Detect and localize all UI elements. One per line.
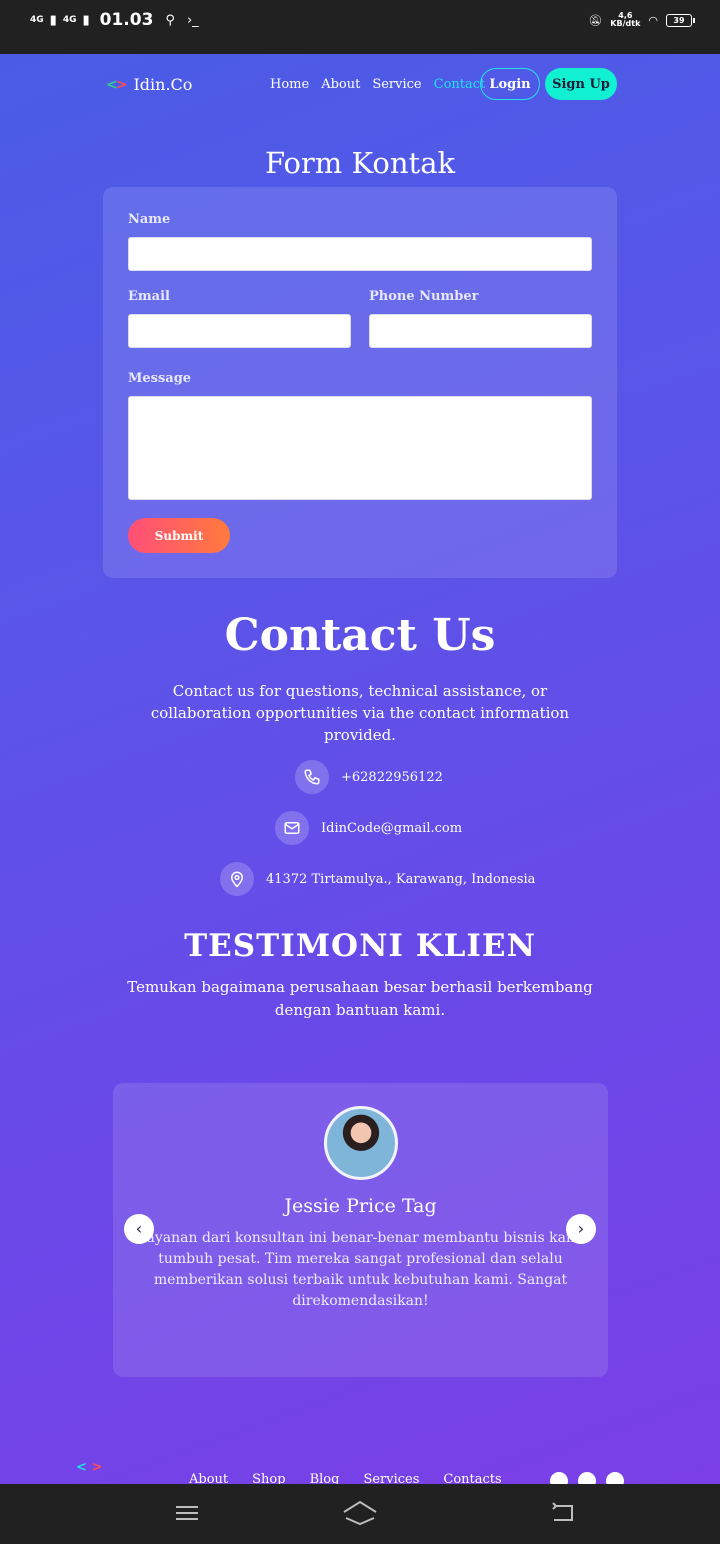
signal-icon: ▮: [49, 12, 57, 28]
phone-icon: [295, 760, 329, 794]
back-icon[interactable]: [550, 1498, 576, 1532]
home-icon[interactable]: [342, 1498, 378, 1532]
battery-level: 39: [673, 15, 685, 25]
footer: < > About Shop Blog Services Contacts: [0, 1454, 720, 1484]
logo[interactable]: < > Idin.Co: [106, 75, 192, 94]
footer-link-about[interactable]: About: [189, 1472, 228, 1484]
footer-link-shop[interactable]: Shop: [252, 1472, 285, 1484]
login-button[interactable]: Login: [480, 68, 540, 100]
contact-phone-row[interactable]: +62822956122: [295, 760, 443, 794]
navbar: < > Idin.Co Home About Service Contact Lo…: [0, 68, 720, 102]
network-indicator-1: 4G: [30, 14, 44, 25]
footer-link-contacts[interactable]: Contacts: [443, 1472, 501, 1484]
web-page[interactable]: < > Idin.Co Home About Service Contact Lo…: [0, 54, 720, 1484]
footer-social: [550, 1472, 624, 1484]
testimonial-card: Jessie Price Tag Layanan dari konsultan …: [113, 1083, 608, 1377]
facebook-icon[interactable]: [606, 1472, 624, 1484]
logo-text: Idin.Co: [133, 75, 193, 94]
pinterest-icon[interactable]: [550, 1472, 568, 1484]
wifi-icon: ◠: [648, 13, 658, 27]
mute-icon: 🔕︎: [588, 13, 603, 27]
footer-logo-icon[interactable]: < >: [76, 1460, 102, 1475]
nav-link-contact[interactable]: Contact: [434, 77, 486, 92]
usb-icon: ⚲: [165, 12, 175, 28]
contact-form: Name Email Phone Number Message Submit: [103, 187, 617, 578]
contact-email-row[interactable]: IdinCode@gmail.com: [275, 811, 462, 845]
instagram-icon[interactable]: [578, 1472, 596, 1484]
code-brackets-icon: < >: [106, 76, 127, 93]
contact-phone: +62822956122: [341, 769, 443, 785]
message-textarea[interactable]: [128, 396, 592, 500]
mail-icon: [275, 811, 309, 845]
battery-icon: 39: [666, 13, 695, 27]
contact-address-row[interactable]: 41372 Tirtamulya., Karawang, Indonesia: [220, 862, 535, 896]
nav-link-home[interactable]: Home: [270, 77, 309, 92]
testimonial-next-button[interactable]: ›: [566, 1214, 596, 1244]
signal-icon: ▮: [82, 12, 90, 28]
footer-link-services[interactable]: Services: [363, 1472, 419, 1484]
testimonials-description: Temukan bagaimana perusahaan besar berha…: [127, 978, 593, 1019]
signup-button[interactable]: Sign Up: [545, 68, 617, 100]
name-input[interactable]: [128, 237, 592, 271]
recent-apps-icon[interactable]: [174, 1498, 200, 1532]
name-label: Name: [128, 212, 171, 227]
testimonial-prev-button[interactable]: ‹: [124, 1214, 154, 1244]
testimonial-name: Jessie Price Tag: [284, 1195, 437, 1217]
contact-address: 41372 Tirtamulya., Karawang, Indonesia: [266, 871, 536, 887]
location-pin-icon: [220, 862, 254, 896]
contact-email: IdinCode@gmail.com: [321, 820, 463, 836]
phone-input[interactable]: [369, 314, 592, 348]
testimonial-quote: Layanan dari konsultan ini benar-benar m…: [137, 1230, 584, 1309]
email-label: Email: [128, 289, 170, 304]
contact-title: Contact Us: [224, 610, 496, 661]
avatar: [324, 1106, 398, 1180]
system-navigation-bar: [0, 1484, 720, 1544]
terminal-icon: ›_: [186, 12, 199, 28]
form-title: Form Kontak: [264, 146, 456, 180]
email-input[interactable]: [128, 314, 351, 348]
status-bar: 4G ▮ 4G ▮ 01.03 ⚲ ›_ 🔕︎ 4,6 KB/dtk ◠ 39: [0, 0, 720, 54]
nav-menu: Home About Service Contact: [270, 77, 485, 92]
footer-link-blog[interactable]: Blog: [310, 1472, 340, 1484]
nav-link-about[interactable]: About: [321, 77, 360, 92]
message-label: Message: [128, 371, 192, 386]
footer-links: About Shop Blog Services Contacts: [189, 1472, 502, 1484]
clock: 01.03: [99, 10, 154, 30]
testimonials-title: TESTIMONI KLIEN: [184, 928, 536, 964]
contact-description: Contact us for questions, technical assi…: [150, 682, 570, 744]
network-speed: 4,6 KB/dtk: [610, 12, 640, 28]
nav-link-service[interactable]: Service: [372, 77, 421, 92]
submit-button[interactable]: Submit: [128, 518, 230, 553]
phone-label: Phone Number: [369, 289, 479, 304]
network-indicator-2: 4G: [62, 14, 77, 25]
speed-unit: KB/dtk: [610, 19, 641, 28]
